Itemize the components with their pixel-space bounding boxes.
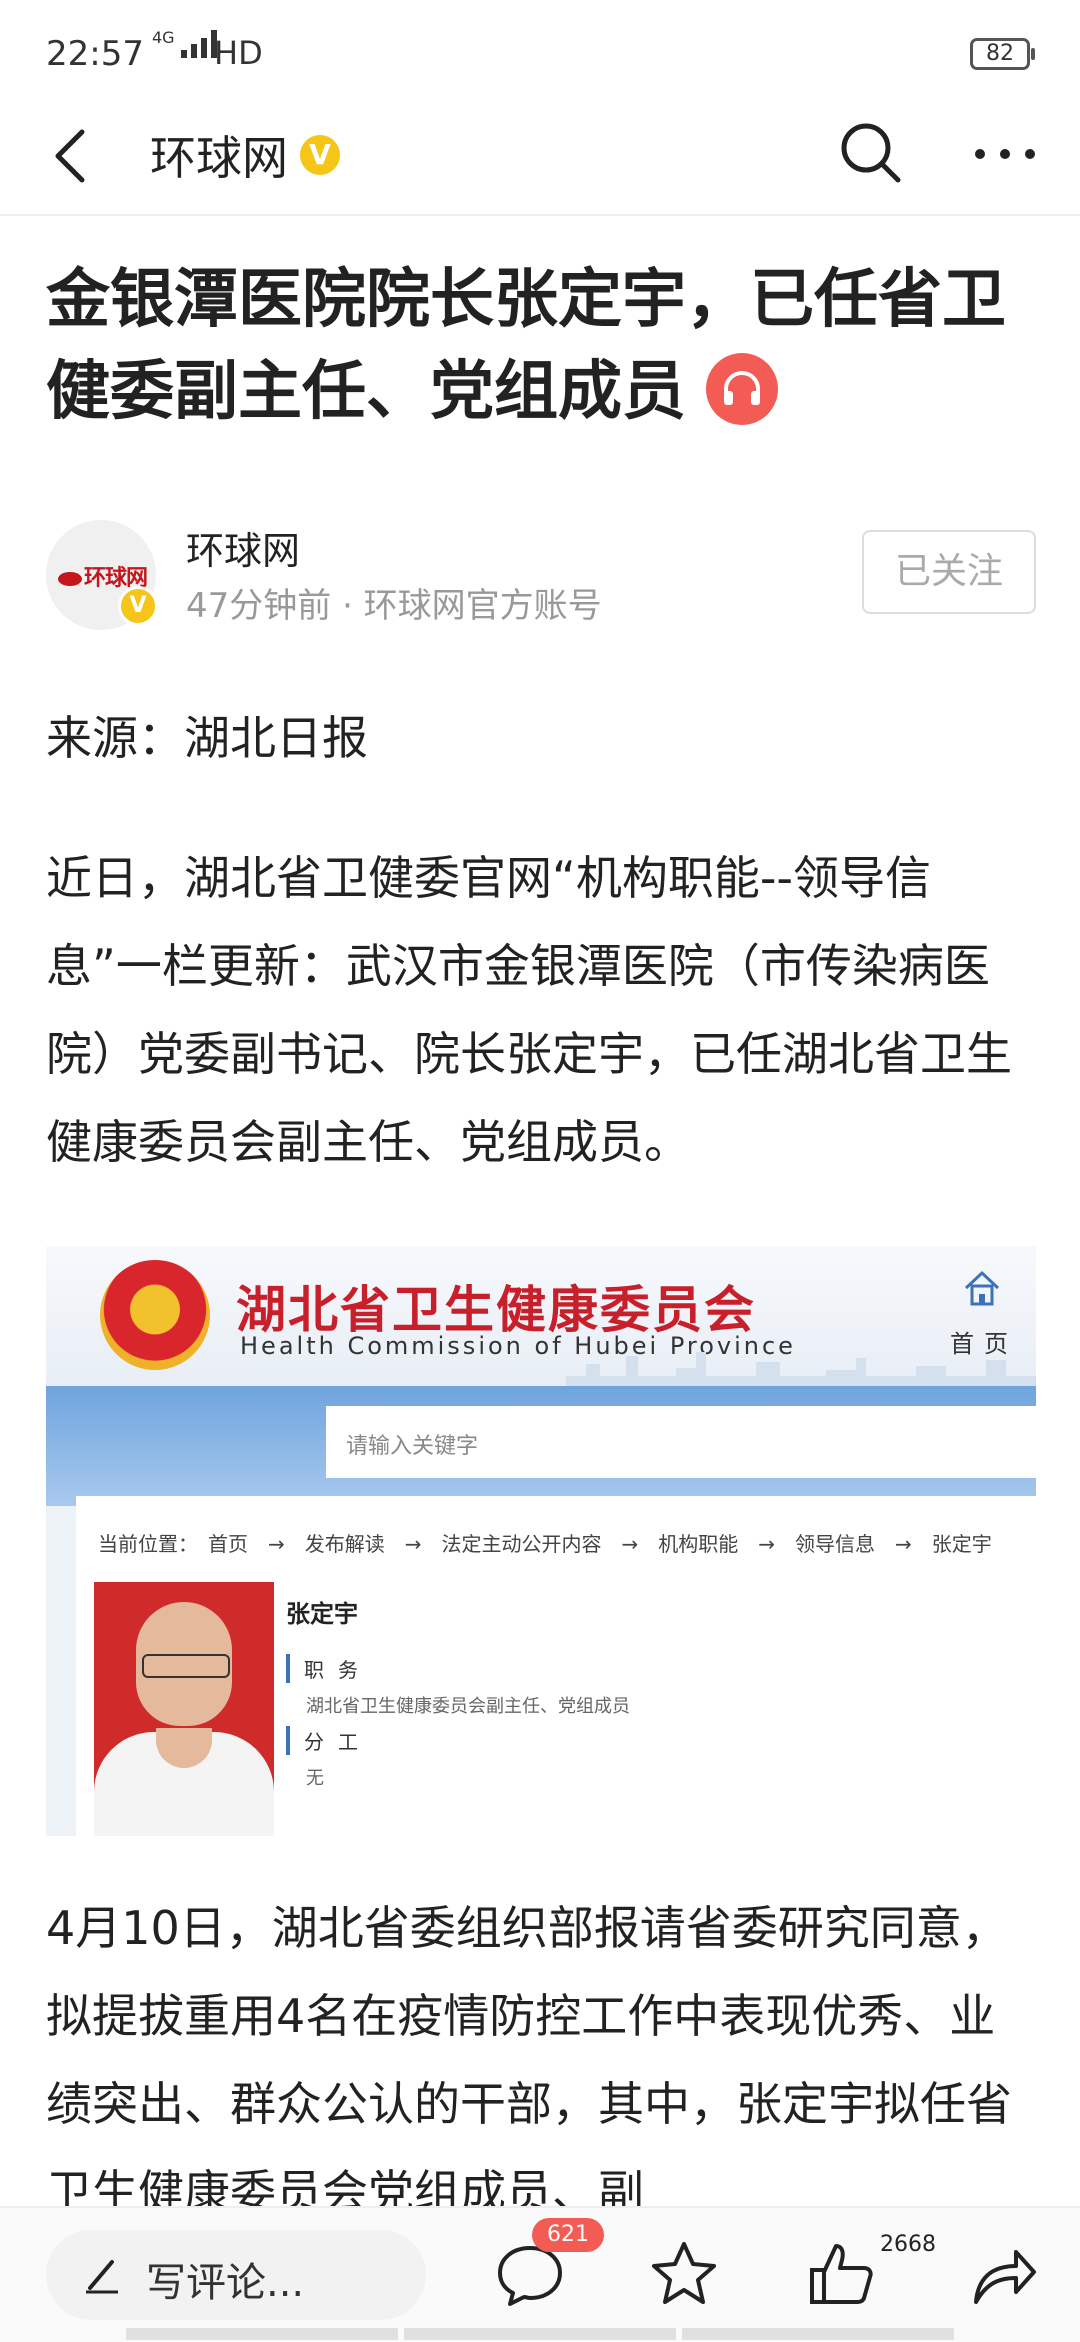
share-arrow-icon (974, 2250, 1036, 2304)
article-paragraph: 4月10日，湖北省委组织部报请省委研究同意，拟提拔重用4名在疫情防控工作中表现优… (46, 1901, 1012, 2219)
top-nav-bar: 环球网 V (0, 100, 1080, 216)
network-type: 4G (152, 28, 175, 47)
search-icon (841, 123, 901, 183)
thumbs-up-icon (810, 2244, 873, 2304)
article-title: 金银潭医院院长张定宇，已任省卫健委副主任、党组成员 (46, 254, 1036, 438)
hd-indicator: HD (214, 34, 263, 72)
status-time: 22:57 (46, 34, 144, 74)
image-content-panel: 当前位置： 首页 → 发布解读 → 法定主动公开内容 → 机构职能 → 领导信息… (76, 1496, 1036, 1836)
author-row: 环球网 V 环球网 47分钟前 · 环球网官方账号 已关注 (46, 520, 1036, 630)
share-button[interactable] (968, 2238, 1040, 2310)
status-bar: 22:57 4G HD 82 (0, 0, 1080, 100)
image-breadcrumb: 当前位置： 首页 → 发布解读 → 法定主动公开内容 → 机构职能 → 领导信息… (98, 1532, 992, 1556)
image-duty-label: 职务 (286, 1654, 372, 1683)
skyline-decoration (566, 1352, 1036, 1386)
follow-button[interactable]: 已关注 (862, 530, 1036, 614)
chevron-left-icon (55, 129, 85, 183)
comment-count-badge: 621 (532, 2218, 604, 2252)
headphones-icon (724, 371, 760, 406)
back-button[interactable] (44, 120, 104, 190)
article-image[interactable]: 湖北省卫生健康委员会 Health Commission of Hubei Pr… (46, 1246, 1036, 1836)
person-photo (94, 1582, 274, 1836)
more-horizontal-icon (975, 149, 1035, 159)
home-icon (964, 1270, 1000, 1306)
author-avatar[interactable]: 环球网 V (46, 520, 158, 630)
image-search-box: 请输入关键字 (326, 1406, 1036, 1478)
star-icon (652, 2242, 716, 2304)
article-title-text: 金银潭医院院长张定宇，已任省卫健委副主任、党组成员 (46, 263, 1006, 429)
more-options-button[interactable] (970, 118, 1040, 188)
image-division-label: 分工 (286, 1726, 372, 1755)
nav-title-text: 环球网 (150, 131, 288, 185)
like-count: 2668 (880, 2232, 936, 2257)
image-division-value: 无 (306, 1768, 324, 1789)
gesture-indicator (126, 2328, 954, 2340)
image-person-name: 张定宇 (286, 1600, 358, 1628)
national-emblem-icon (100, 1260, 210, 1370)
article-source: 来源：湖北日报 (46, 711, 368, 765)
author-name[interactable]: 环球网 (186, 520, 300, 575)
comment-placeholder: 写评论... (146, 2260, 305, 2306)
image-duty-value: 湖北省卫生健康委员会副主任、党组成员 (306, 1696, 630, 1717)
battery-icon: 82 (970, 38, 1035, 70)
pen-icon (86, 2260, 118, 2294)
verified-badge-icon: V (118, 586, 158, 626)
search-button[interactable] (836, 118, 906, 188)
author-meta: 47分钟前 · 环球网官方账号 (186, 586, 602, 626)
image-search-placeholder: 请输入关键字 (346, 1434, 479, 1459)
article-paragraph: 近日，湖北省卫健委官网“机构职能--领导信息”一栏更新：武汉市金银潭医院（市传染… (46, 851, 1012, 1169)
signal-icon: 4G (152, 30, 217, 58)
like-button[interactable] (806, 2238, 878, 2310)
listen-audio-button[interactable] (706, 353, 778, 426)
comment-input[interactable]: 写评论... (46, 2230, 426, 2320)
nav-title: 环球网 V (150, 122, 340, 188)
verified-badge-icon: V (300, 135, 340, 175)
bottom-action-bar: 写评论... 621 2668 (0, 2206, 1080, 2342)
favorite-button[interactable] (648, 2238, 720, 2310)
